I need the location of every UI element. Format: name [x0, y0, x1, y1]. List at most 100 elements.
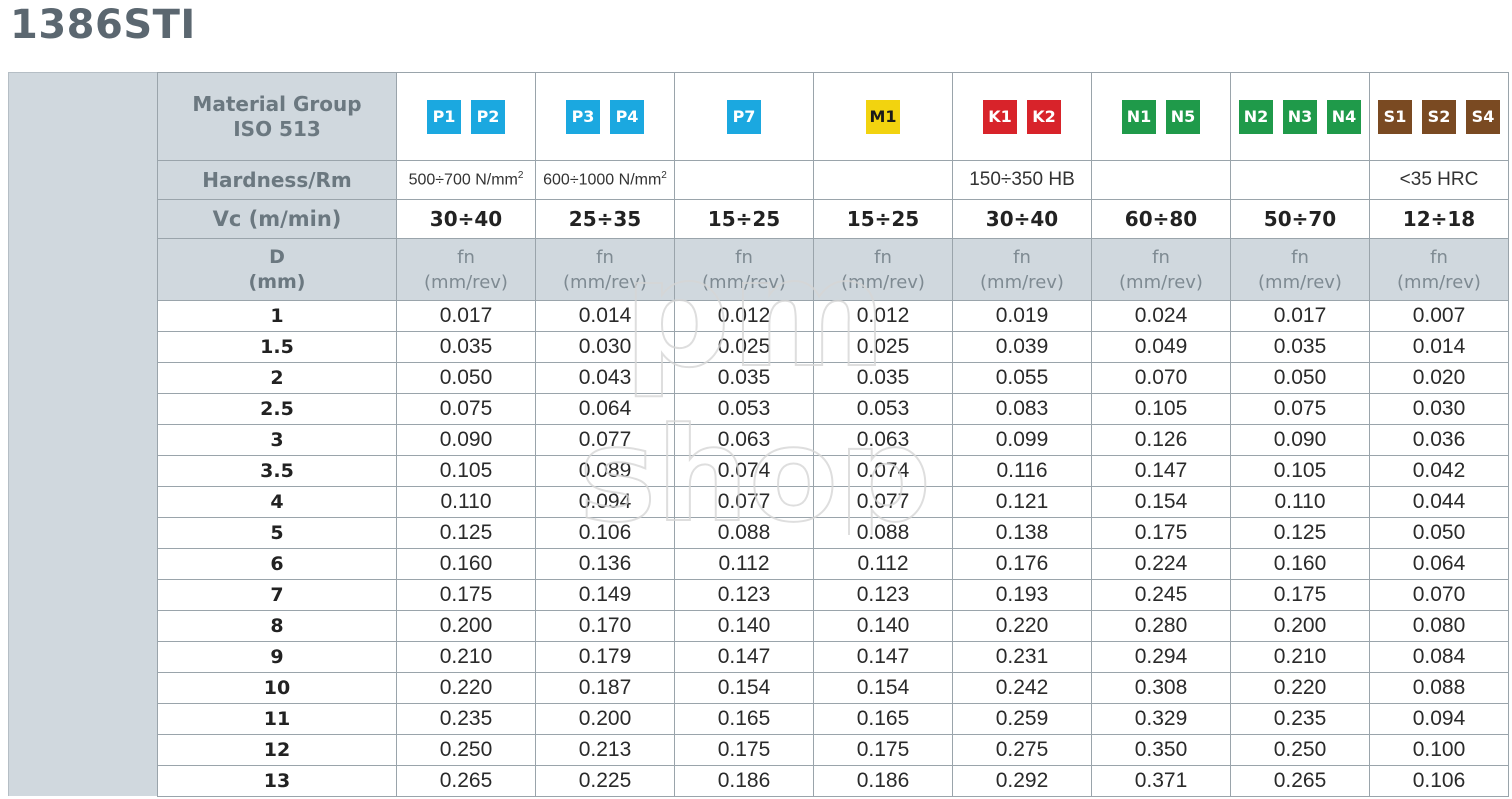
- feed-value-cell: 0.044: [1369, 486, 1509, 518]
- feed-value-cell: 0.308: [1091, 672, 1231, 704]
- feed-header-cell: fn (mm/rev): [396, 238, 536, 301]
- feed-header-line1: fn: [596, 246, 614, 268]
- feed-value-cell: 0.106: [535, 517, 675, 549]
- hardness-unit-exponent: 2: [517, 170, 524, 182]
- feed-value-cell: 0.053: [674, 393, 814, 425]
- feed-value-cell: 0.371: [1091, 765, 1231, 797]
- feed-header-line2: (mm/rev): [841, 271, 925, 293]
- feed-value-cell: 0.077: [674, 486, 814, 518]
- cutting-speed-value: 60÷80: [1091, 199, 1231, 239]
- hardness-cell: <35 HRC: [1369, 160, 1509, 200]
- feed-value-cell: 0.053: [813, 393, 953, 425]
- diameter-cell: 1.5: [157, 331, 397, 363]
- feed-value-cell: 0.110: [396, 486, 536, 518]
- feed-value-cell: 0.160: [396, 548, 536, 580]
- feed-value-cell: 0.019: [952, 300, 1092, 332]
- feed-value-cell: 0.170: [535, 610, 675, 642]
- iso-badge: P7: [727, 99, 761, 134]
- diameter-label-line2: (mm): [248, 270, 306, 293]
- feed-value-cell: 0.126: [1091, 424, 1231, 456]
- feed-header-cell: fn (mm/rev): [1230, 238, 1370, 301]
- feed-value-cell: 0.088: [674, 517, 814, 549]
- feed-value-cell: 0.042: [1369, 455, 1509, 487]
- material-group-row: Material Group ISO 513 P1 P2 P3 P4 P7 M1 K1 K2 N…: [157, 72, 1509, 161]
- cutting-speed-value: 15÷25: [813, 199, 953, 239]
- feed-value-cell: 0.050: [1230, 362, 1370, 394]
- feed-value-cell: 0.025: [674, 331, 814, 363]
- feed-value-cell: 0.074: [813, 455, 953, 487]
- feed-value-cell: 0.165: [813, 703, 953, 735]
- table-row: 7 0.175 0.149 0.123 0.123 0.193 0.245 0.175 0.07…: [157, 579, 1509, 611]
- iso-badge: M1: [866, 99, 900, 134]
- feed-value-cell: 0.213: [535, 734, 675, 766]
- feed-value-cell: 0.063: [813, 424, 953, 456]
- feed-value-cell: 0.292: [952, 765, 1092, 797]
- hardness-cell: 500÷700 N/mm2: [396, 160, 536, 200]
- feed-value-cell: 0.049: [1091, 331, 1231, 363]
- table-row: 1 0.017 0.014 0.012 0.012 0.019 0.024 0.017 0.00…: [157, 300, 1509, 332]
- feed-value-cell: 0.125: [1230, 517, 1370, 549]
- feed-value-cell: 0.175: [1091, 517, 1231, 549]
- iso-badge: P2: [471, 99, 505, 134]
- feed-value-cell: 0.259: [952, 703, 1092, 735]
- feed-value-cell: 0.075: [396, 393, 536, 425]
- feed-value-cell: 0.193: [952, 579, 1092, 611]
- feed-value-cell: 0.012: [813, 300, 953, 332]
- feed-value-cell: 0.014: [535, 300, 675, 332]
- feed-value-cell: 0.088: [813, 517, 953, 549]
- feed-value-cell: 0.017: [1230, 300, 1370, 332]
- hardness-label: Hardness/Rm: [157, 160, 397, 200]
- hardness-cell: [1230, 160, 1370, 200]
- feed-value-cell: 0.220: [952, 610, 1092, 642]
- feed-value-cell: 0.050: [1369, 517, 1509, 549]
- feed-value-cell: 0.090: [1230, 424, 1370, 456]
- iso-badge: N2: [1239, 99, 1273, 134]
- hardness-cell: [674, 160, 814, 200]
- iso-badge: N1: [1122, 99, 1156, 134]
- diameter-cell: 11: [157, 703, 397, 735]
- feed-value-cell: 0.017: [396, 300, 536, 332]
- iso-badge: N4: [1327, 99, 1361, 134]
- material-group-cell: P7: [674, 72, 814, 161]
- hardness-cell: [1091, 160, 1231, 200]
- feed-value-cell: 0.035: [674, 362, 814, 394]
- iso-badge: S2: [1422, 99, 1456, 134]
- cutting-data-table: Material Group ISO 513 P1 P2 P3 P4 P7 M1 K1 K2 N…: [157, 72, 1509, 797]
- feed-value-cell: 0.280: [1091, 610, 1231, 642]
- feed-value-cell: 0.080: [1369, 610, 1509, 642]
- feed-value-cell: 0.083: [952, 393, 1092, 425]
- feed-value-cell: 0.210: [396, 641, 536, 673]
- iso-badge: P3: [566, 99, 600, 134]
- table-row: 2 0.050 0.043 0.035 0.035 0.055 0.070 0.050 0.02…: [157, 362, 1509, 394]
- feed-value-cell: 0.024: [1091, 300, 1231, 332]
- material-group-cell: N2 N3 N4: [1230, 72, 1370, 161]
- feed-header-row: D (mm) fn (mm/rev) fn (mm/rev) fn (mm/rev) fn (…: [157, 238, 1509, 301]
- feed-value-cell: 0.110: [1230, 486, 1370, 518]
- feed-value-cell: 0.014: [1369, 331, 1509, 363]
- material-group-cell: M1: [813, 72, 953, 161]
- table-row: 2.5 0.075 0.064 0.053 0.053 0.083 0.105 0.075 0.…: [157, 393, 1509, 425]
- material-group-cell: P3 P4: [535, 72, 675, 161]
- table-body: Material Group ISO 513 P1 P2 P3 P4 P7 M1 K1 K2 N…: [157, 72, 1509, 797]
- feed-value-cell: 0.200: [535, 703, 675, 735]
- feed-value-cell: 0.220: [1230, 672, 1370, 704]
- feed-value-cell: 0.105: [1091, 393, 1231, 425]
- feed-value-cell: 0.250: [396, 734, 536, 766]
- feed-value-cell: 0.186: [674, 765, 814, 797]
- feed-value-cell: 0.187: [535, 672, 675, 704]
- diameter-cell: 2.5: [157, 393, 397, 425]
- diameter-cell: 7: [157, 579, 397, 611]
- table-row: 10 0.220 0.187 0.154 0.154 0.242 0.308 0.220 0.0…: [157, 672, 1509, 704]
- feed-value-cell: 0.186: [813, 765, 953, 797]
- feed-value-cell: 0.084: [1369, 641, 1509, 673]
- feed-value-cell: 0.064: [535, 393, 675, 425]
- feed-value-cell: 0.094: [1369, 703, 1509, 735]
- feed-header-line1: fn: [1152, 246, 1170, 268]
- feed-value-cell: 0.265: [1230, 765, 1370, 797]
- feed-value-cell: 0.175: [396, 579, 536, 611]
- cutting-speed-value: 12÷18: [1369, 199, 1509, 239]
- diameter-cell: 5: [157, 517, 397, 549]
- iso-badge: P4: [610, 99, 644, 134]
- diameter-cell: 3: [157, 424, 397, 456]
- feed-value-cell: 0.220: [396, 672, 536, 704]
